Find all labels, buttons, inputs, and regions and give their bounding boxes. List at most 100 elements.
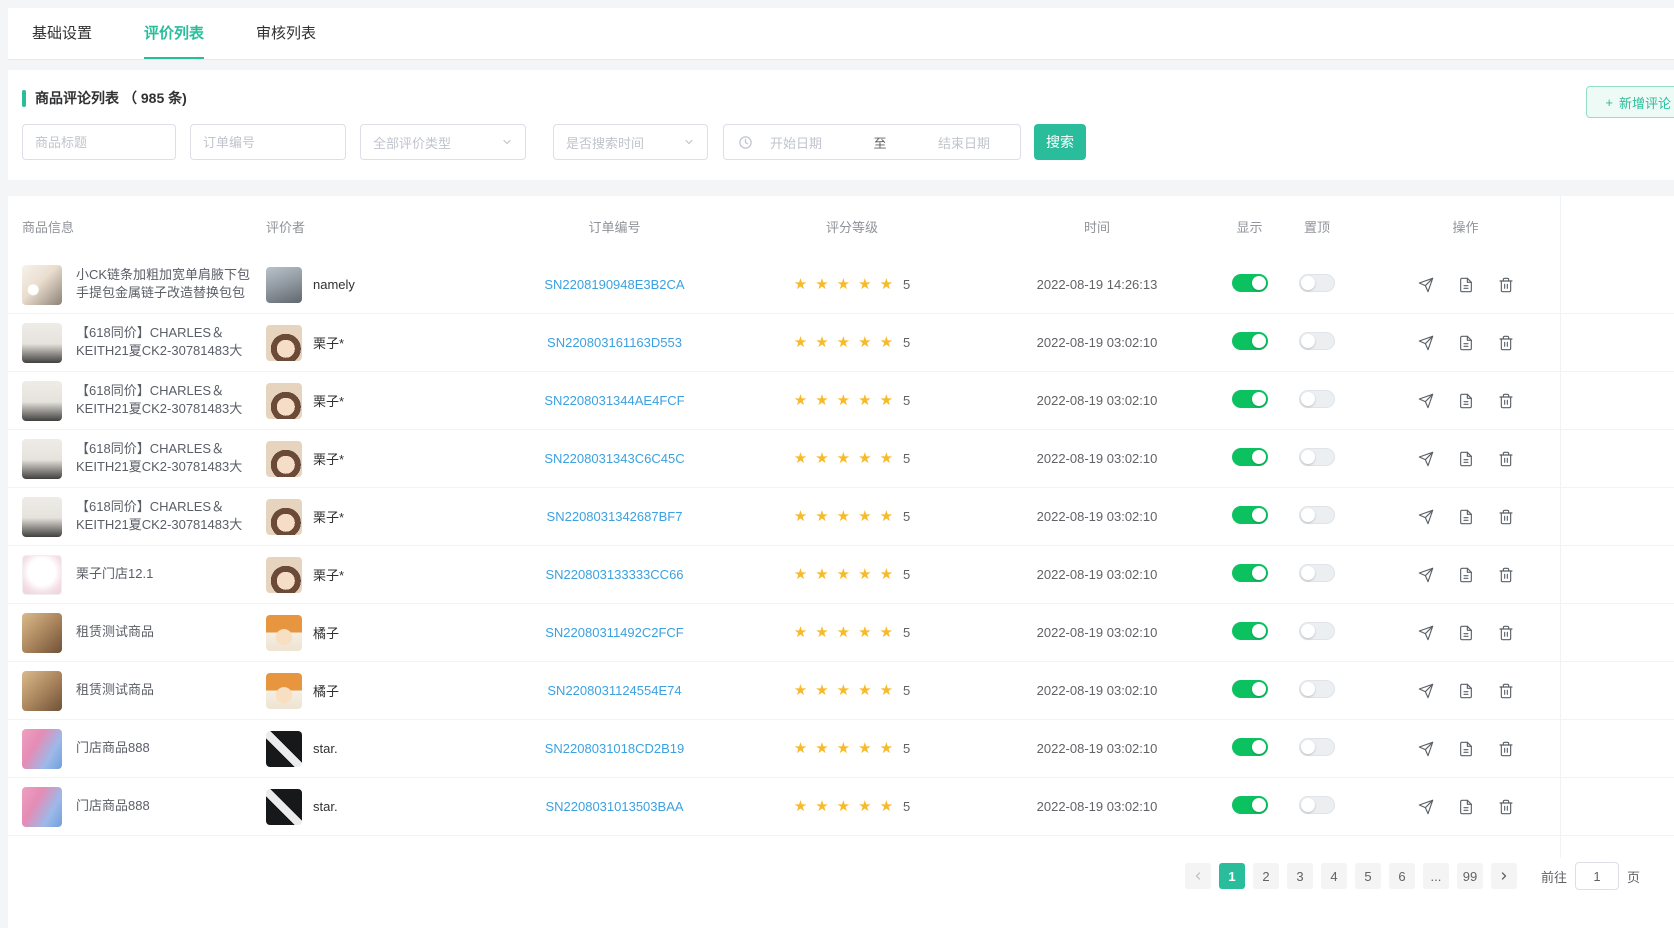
reply-send-icon[interactable] — [1418, 509, 1434, 525]
display-toggle[interactable] — [1232, 564, 1268, 582]
trash-icon[interactable] — [1498, 393, 1514, 409]
star-icon[interactable]: ★ — [837, 335, 850, 350]
document-icon[interactable] — [1458, 393, 1474, 409]
trash-icon[interactable] — [1498, 741, 1514, 757]
star-icon[interactable]: ★ — [794, 799, 807, 814]
star-icon[interactable]: ★ — [794, 567, 807, 582]
tab-audit-list[interactable]: 审核列表 — [256, 8, 316, 59]
reply-send-icon[interactable] — [1418, 625, 1434, 641]
star-icon[interactable]: ★ — [794, 509, 807, 524]
star-icon[interactable]: ★ — [880, 799, 893, 814]
pin-toggle[interactable] — [1299, 274, 1335, 292]
page-ellipsis[interactable]: ... — [1423, 863, 1449, 889]
pin-toggle[interactable] — [1299, 332, 1335, 350]
order-number-link[interactable]: SN2208031344AE4FCF — [544, 393, 684, 408]
document-icon[interactable] — [1458, 451, 1474, 467]
star-icon[interactable]: ★ — [880, 509, 893, 524]
reply-send-icon[interactable] — [1418, 393, 1434, 409]
star-icon[interactable]: ★ — [815, 567, 828, 582]
display-toggle[interactable] — [1232, 390, 1268, 408]
document-icon[interactable] — [1458, 683, 1474, 699]
document-icon[interactable] — [1458, 567, 1474, 583]
star-icon[interactable]: ★ — [880, 277, 893, 292]
star-icon[interactable]: ★ — [837, 509, 850, 524]
star-icon[interactable]: ★ — [880, 567, 893, 582]
star-icon[interactable]: ★ — [858, 741, 871, 756]
tab-basic-settings[interactable]: 基础设置 — [32, 8, 92, 59]
star-icon[interactable]: ★ — [837, 393, 850, 408]
pin-toggle[interactable] — [1299, 796, 1335, 814]
star-icon[interactable]: ★ — [815, 741, 828, 756]
order-number-link[interactable]: SN2208031342687BF7 — [547, 509, 683, 524]
product-title[interactable]: 门店商品888 — [76, 739, 252, 758]
page-jump-input[interactable] — [1575, 862, 1619, 890]
star-icon[interactable]: ★ — [837, 451, 850, 466]
document-icon[interactable] — [1458, 277, 1474, 293]
order-number-link[interactable]: SN2208031343C6C45C — [544, 451, 684, 466]
trash-icon[interactable] — [1498, 509, 1514, 525]
date-range-picker[interactable]: 开始日期 至 结束日期 — [723, 124, 1021, 160]
star-icon[interactable]: ★ — [880, 393, 893, 408]
product-title[interactable]: 门店商品888 — [76, 797, 252, 816]
product-title[interactable]: 【618同价】CHARLES＆KEITH21夏CK2-30781483大容量单肩… — [76, 440, 252, 478]
star-icon[interactable]: ★ — [815, 393, 828, 408]
star-icon[interactable]: ★ — [880, 683, 893, 698]
order-number-link[interactable]: SN220803161163D553 — [547, 335, 682, 350]
page-button-1[interactable]: 1 — [1219, 863, 1245, 889]
star-icon[interactable]: ★ — [858, 451, 871, 466]
star-icon[interactable]: ★ — [858, 509, 871, 524]
display-toggle[interactable] — [1232, 796, 1268, 814]
page-button-99[interactable]: 99 — [1457, 863, 1483, 889]
prev-page-button[interactable] — [1185, 863, 1211, 889]
trash-icon[interactable] — [1498, 277, 1514, 293]
display-toggle[interactable] — [1232, 680, 1268, 698]
trash-icon[interactable] — [1498, 799, 1514, 815]
reply-send-icon[interactable] — [1418, 335, 1434, 351]
page-button-3[interactable]: 3 — [1287, 863, 1313, 889]
star-icon[interactable]: ★ — [880, 741, 893, 756]
pin-toggle[interactable] — [1299, 448, 1335, 466]
star-icon[interactable]: ★ — [858, 567, 871, 582]
reply-send-icon[interactable] — [1418, 683, 1434, 699]
date-start-placeholder[interactable]: 开始日期 — [754, 133, 838, 152]
star-icon[interactable]: ★ — [837, 683, 850, 698]
star-icon[interactable]: ★ — [815, 277, 828, 292]
star-icon[interactable]: ★ — [794, 451, 807, 466]
page-button-6[interactable]: 6 — [1389, 863, 1415, 889]
star-icon[interactable]: ★ — [837, 625, 850, 640]
star-icon[interactable]: ★ — [794, 625, 807, 640]
star-icon[interactable]: ★ — [837, 277, 850, 292]
star-icon[interactable]: ★ — [837, 567, 850, 582]
trash-icon[interactable] — [1498, 451, 1514, 467]
document-icon[interactable] — [1458, 509, 1474, 525]
order-number-link[interactable]: SN22080311492C2FCF — [545, 625, 684, 640]
order-number-link[interactable]: SN2208031124554E74 — [547, 683, 681, 698]
pin-toggle[interactable] — [1299, 622, 1335, 640]
order-number-link[interactable]: SN2208031018CD2B19 — [545, 741, 685, 756]
display-toggle[interactable] — [1232, 738, 1268, 756]
star-icon[interactable]: ★ — [880, 625, 893, 640]
star-icon[interactable]: ★ — [837, 741, 850, 756]
reply-send-icon[interactable] — [1418, 799, 1434, 815]
search-time-select[interactable]: 是否搜索时间 — [553, 124, 708, 160]
star-icon[interactable]: ★ — [815, 451, 828, 466]
document-icon[interactable] — [1458, 625, 1474, 641]
order-number-link[interactable]: SN2208190948E3B2CA — [544, 277, 684, 292]
search-button[interactable]: 搜索 — [1034, 124, 1086, 160]
star-icon[interactable]: ★ — [794, 741, 807, 756]
pin-toggle[interactable] — [1299, 680, 1335, 698]
star-icon[interactable]: ★ — [858, 277, 871, 292]
document-icon[interactable] — [1458, 335, 1474, 351]
pin-toggle[interactable] — [1299, 564, 1335, 582]
star-icon[interactable]: ★ — [815, 335, 828, 350]
order-number-link[interactable]: SN2208031013503BAA — [545, 799, 683, 814]
reply-send-icon[interactable] — [1418, 567, 1434, 583]
star-icon[interactable]: ★ — [815, 683, 828, 698]
product-title[interactable]: 租赁测试商品 — [76, 681, 252, 700]
product-title[interactable]: 小CK链条加粗加宽单肩腋下包手提包金属链子改造替换包包配件单买 — [76, 266, 252, 304]
star-icon[interactable]: ★ — [858, 393, 871, 408]
page-button-4[interactable]: 4 — [1321, 863, 1347, 889]
display-toggle[interactable] — [1232, 332, 1268, 350]
display-toggle[interactable] — [1232, 622, 1268, 640]
star-icon[interactable]: ★ — [794, 277, 807, 292]
